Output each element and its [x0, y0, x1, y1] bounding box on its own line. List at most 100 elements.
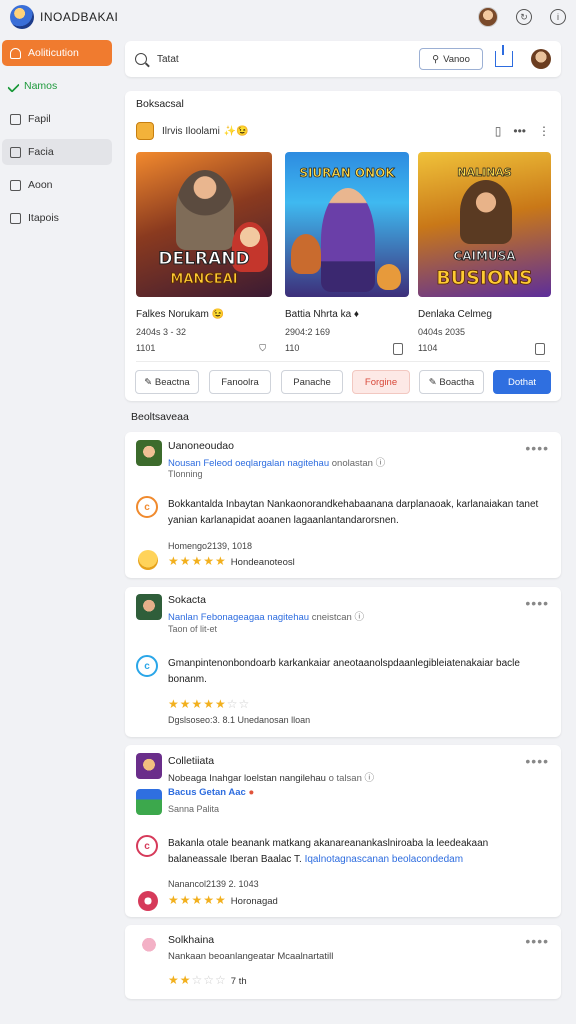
review-subtitle[interactable]: Nanlan Febonageagaa nagitehau cneistcan …: [168, 609, 364, 623]
status-badge-icon: c: [136, 655, 158, 677]
game-meta: 2404s 3 - 32: [136, 327, 187, 337]
sidebar-item-label: Aoliticution: [28, 47, 79, 59]
app-title: INOADBAKAI: [40, 10, 119, 24]
sidebar-item-fapil[interactable]: Fapil: [2, 106, 112, 132]
game-title-art: NALINAS: [457, 166, 512, 180]
sidebar-item-label: Fapil: [28, 113, 51, 125]
featured-games-card: Boksacsal Ilrvis Iloolami ✨😉 ▯ ••• ⋮ DEL…: [125, 91, 561, 401]
search-button[interactable]: ⚲ Vanoo: [419, 48, 483, 70]
info-icon[interactable]: i: [550, 9, 566, 25]
sidebar: Aoliticution Namos Fapil Facia Aoon Itap…: [0, 40, 118, 1020]
review-subtitle[interactable]: Nousan Feleod oeqlargalan nagitehau onol…: [168, 455, 385, 469]
app-badge-icon: [138, 891, 158, 911]
game-name: Falkes Norukam 😉: [136, 309, 225, 320]
profile-avatar[interactable]: [531, 49, 551, 69]
refresh-icon[interactable]: ↻: [516, 9, 532, 25]
user-avatar[interactable]: [478, 7, 498, 27]
creature-figure: [291, 234, 321, 274]
reviewer-name[interactable]: Colletiiata: [168, 755, 214, 767]
search-input[interactable]: [157, 53, 419, 65]
copy-icon: [535, 343, 545, 355]
review-card: Colletiiata Nobeaga Inahgar loelstan nan…: [125, 745, 561, 917]
featured-header: Ilrvis Iloolami ✨😉 ▯ ••• ⋮: [136, 121, 550, 141]
sidebar-item-aoon[interactable]: Aoon: [2, 172, 112, 198]
search-icon: ⚲: [432, 53, 440, 65]
more-icon[interactable]: ••••: [525, 933, 549, 949]
primary-action-button[interactable]: Dothat: [493, 370, 551, 394]
review-text: Bakanla otale beanank matkang akanareana…: [168, 838, 489, 865]
reviewer-avatar[interactable]: [136, 440, 162, 466]
action-button[interactable]: ✎ Boactha: [419, 370, 484, 394]
game-subtitle-art: CAIMUSA: [453, 249, 516, 264]
review-meta: Sanna Palita: [168, 804, 220, 814]
action-button[interactable]: Fanoolra: [209, 370, 271, 394]
more-icon[interactable]: ••••: [525, 595, 549, 611]
sidebar-item-applications[interactable]: Aoliticution: [2, 40, 112, 66]
review-meta: Tlonning: [168, 469, 203, 479]
reviewer-avatar[interactable]: [136, 753, 162, 779]
rating-stars: ★★☆☆☆ 7 th: [168, 973, 247, 987]
action-button[interactable]: ✎ Beactna: [135, 370, 199, 394]
more-icon[interactable]: •••: [513, 124, 526, 138]
action-button[interactable]: Panache: [281, 370, 343, 394]
review-date: Nanancol2139 2. 1043: [168, 879, 259, 889]
sidebar-item-names[interactable]: Namos: [2, 73, 112, 99]
sidebar-item-label: Itapois: [28, 212, 59, 224]
game-sub: 1101 ⛉: [136, 343, 266, 353]
people-icon: [10, 179, 21, 191]
game-banner-art: BUSIONS: [436, 267, 533, 290]
rating-stars: ★★★★★ Horonagad: [168, 893, 278, 907]
sidebar-item-label: Aoon: [28, 179, 53, 191]
search-icon: [135, 53, 147, 65]
game-name: Battia Nhrta ka ♦: [285, 309, 360, 320]
game-name: Denlaka Celmeg: [418, 309, 492, 320]
top-bar: INOADBAKAI ↻ i: [0, 0, 576, 34]
game-card[interactable]: DELRAND MANCEAI Falkes Norukam 😉 2404s 3…: [136, 152, 272, 354]
reviewer-name[interactable]: Solkhaina: [168, 934, 214, 946]
top-actions: ↻ i: [478, 7, 566, 27]
character-figure: [176, 170, 234, 250]
status-badge-icon: c: [136, 496, 158, 518]
review-text: Gmanpintenonbondoarb karkankaiar aneotaa…: [168, 658, 520, 685]
search-button-label: Vanoo: [443, 53, 470, 65]
sidebar-item-facia[interactable]: Facia: [2, 139, 112, 165]
bell-icon: [10, 47, 21, 59]
game-card[interactable]: NALINAS CAIMUSA BUSIONS Denlaka Celmeg 0…: [418, 152, 551, 355]
reviewer-avatar[interactable]: [136, 933, 162, 959]
copy-icon: [393, 343, 403, 355]
share-icon[interactable]: [495, 45, 513, 67]
game-card[interactable]: SIURAN ONOK Battia Nhrta ka ♦ 2904:2 169…: [285, 152, 409, 355]
action-button[interactable]: Forgine: [352, 370, 410, 394]
review-text: Bokkantalda Inbaytan Nankaonorandkehabaa…: [168, 499, 539, 526]
more-icon[interactable]: ••••: [525, 440, 549, 456]
game-meta: 0404s 2035: [418, 327, 466, 337]
game-meta: 2904:2 169: [285, 327, 331, 337]
review-card: Solkhaina Nankaan beoanlangeatar Mcaalna…: [125, 925, 561, 999]
kebab-icon[interactable]: ⋮: [538, 124, 550, 138]
game-sub: 1104: [418, 343, 551, 355]
more-icon[interactable]: ••••: [525, 753, 549, 769]
game-icon: [136, 122, 154, 140]
game-subtitle-art: MANCEAI: [170, 272, 238, 288]
game-art: NALINAS CAIMUSA BUSIONS: [418, 152, 551, 297]
reviewer-avatar[interactable]: [136, 594, 162, 620]
review-date: Dgslsoseo:3. 8.1 Unedanosan lloan: [168, 715, 311, 725]
check-icon: [7, 79, 20, 93]
reviewer-name[interactable]: Uanoneoudao: [168, 440, 234, 452]
section-title: Boksacsal: [136, 98, 184, 110]
copy-icon[interactable]: ▯: [495, 124, 502, 138]
review-subtitle: Nankaan beoanlangeatar Mcaalnartatill: [168, 951, 334, 962]
linked-app-name[interactable]: Bacus Getan Aac ●: [168, 787, 254, 798]
reviewer-name[interactable]: Sokacta: [168, 594, 206, 606]
rating-stars: ★★★★★ Hondeanoteosl: [168, 554, 295, 568]
game-title-art: SIURAN ONOK: [299, 166, 395, 181]
featured-label: Ilrvis Iloolami: [162, 125, 220, 137]
linked-app-icon[interactable]: [136, 789, 162, 815]
creature-figure: [377, 264, 401, 290]
game-art: SIURAN ONOK: [285, 152, 409, 297]
search-bar: ⚲ Vanoo: [125, 41, 561, 77]
sidebar-item-label: Namos: [24, 80, 58, 92]
sidebar-item-itapois[interactable]: Itapois: [2, 205, 112, 231]
emoji-icon: [138, 550, 158, 570]
review-subtitle[interactable]: Nobeaga Inahgar loelstan nangilehau o ta…: [168, 770, 374, 784]
